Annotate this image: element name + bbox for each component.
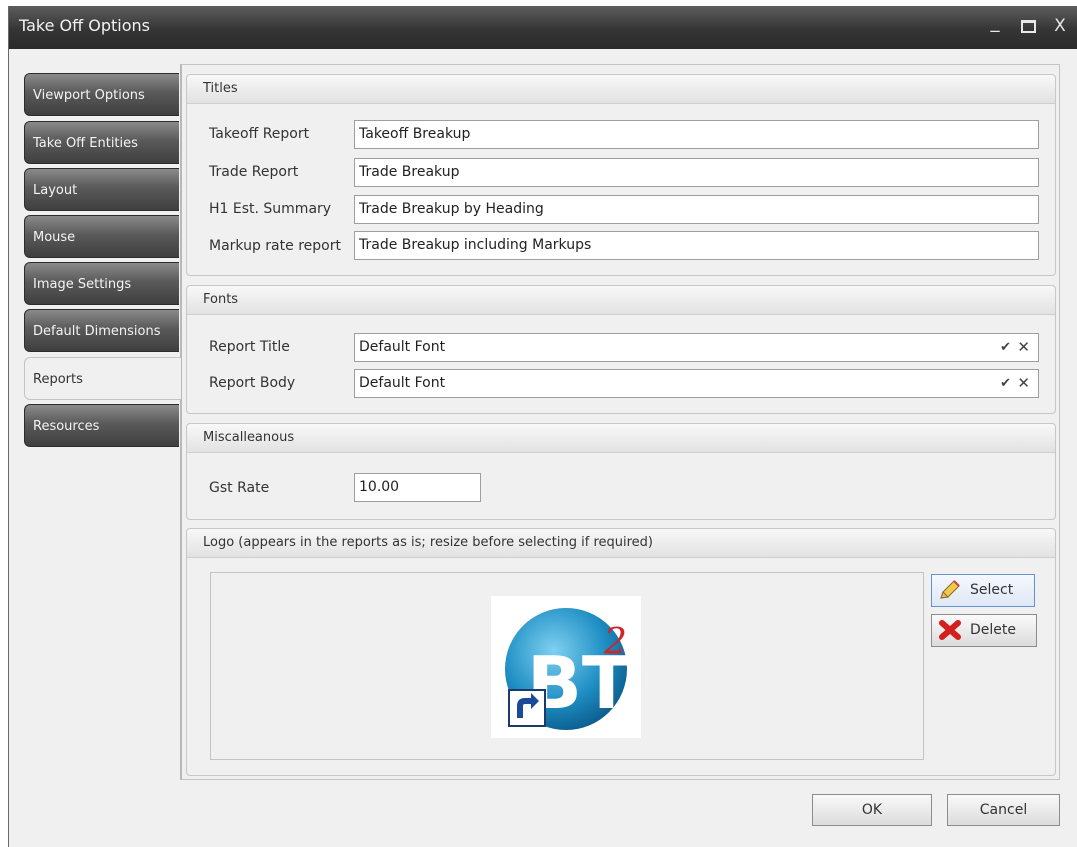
miscellaneous-header: Miscalleanous (187, 424, 1055, 453)
bt2-logo-icon: BT 2 (505, 608, 631, 730)
delete-icon (939, 620, 961, 640)
window-title: Take Off Options (19, 16, 150, 35)
clear-icon[interactable]: ✕ (1017, 370, 1030, 397)
ok-button[interactable]: OK (812, 794, 932, 826)
tab-viewport-options[interactable]: Viewport Options (24, 73, 179, 116)
report-body-label: Report Body (209, 375, 296, 391)
cancel-button[interactable]: Cancel (947, 794, 1060, 826)
tab-take-off-entities[interactable]: Take Off Entities (24, 121, 179, 164)
close-button[interactable]: X (1049, 15, 1071, 37)
report-title-font-field[interactable]: Default Font ✔ ✕ (354, 333, 1039, 362)
maximize-button[interactable] (1017, 15, 1039, 37)
miscellaneous-group: Miscalleanous (186, 423, 1056, 520)
logo-header: Logo (appears in the reports as is; resi… (187, 529, 1055, 558)
title-bar[interactable]: Take Off Options _ X (9, 6, 1077, 49)
select-logo-button[interactable]: Select (931, 574, 1035, 607)
logo-image: BT 2 (491, 596, 641, 738)
check-icon[interactable]: ✔ (1000, 334, 1011, 361)
delete-button-label: Delete (970, 622, 1016, 638)
pencil-icon (940, 580, 960, 599)
clear-icon[interactable]: ✕ (1017, 334, 1030, 361)
report-title-font-value: Default Font (359, 339, 446, 355)
tab-reports[interactable]: Reports (24, 357, 181, 400)
titles-header: Titles (187, 75, 1055, 104)
markup-report-label: Markup rate report (209, 238, 341, 254)
logo-superscript: 2 (603, 622, 627, 663)
report-title-label: Report Title (209, 339, 290, 355)
check-icon[interactable]: ✔ (1000, 370, 1011, 397)
select-button-label: Select (970, 582, 1014, 598)
report-body-font-value: Default Font (359, 375, 446, 391)
trade-report-label: Trade Report (209, 164, 299, 180)
tab-resources[interactable]: Resources (24, 404, 179, 447)
takeoff-report-label: Takeoff Report (209, 126, 310, 142)
gst-rate-input[interactable]: 10.00 (354, 473, 481, 502)
maximize-icon (1020, 20, 1036, 33)
delete-logo-button[interactable]: Delete (931, 614, 1037, 647)
markup-report-input[interactable]: Trade Breakup including Markups (354, 231, 1039, 260)
takeoff-report-input[interactable]: Takeoff Breakup (354, 120, 1039, 149)
tab-default-dimensions[interactable]: Default Dimensions (24, 309, 179, 352)
tab-image-settings[interactable]: Image Settings (24, 262, 179, 305)
minimize-button[interactable]: _ (984, 12, 1006, 34)
trade-report-input[interactable]: Trade Breakup (354, 158, 1039, 187)
tab-layout[interactable]: Layout (24, 168, 179, 211)
h1-summary-label: H1 Est. Summary (209, 201, 332, 217)
report-body-font-field[interactable]: Default Font ✔ ✕ (354, 369, 1039, 398)
h1-summary-input[interactable]: Trade Breakup by Heading (354, 195, 1039, 224)
tab-mouse[interactable]: Mouse (24, 215, 179, 258)
fonts-header: Fonts (187, 286, 1055, 315)
gst-rate-label: Gst Rate (209, 480, 270, 496)
